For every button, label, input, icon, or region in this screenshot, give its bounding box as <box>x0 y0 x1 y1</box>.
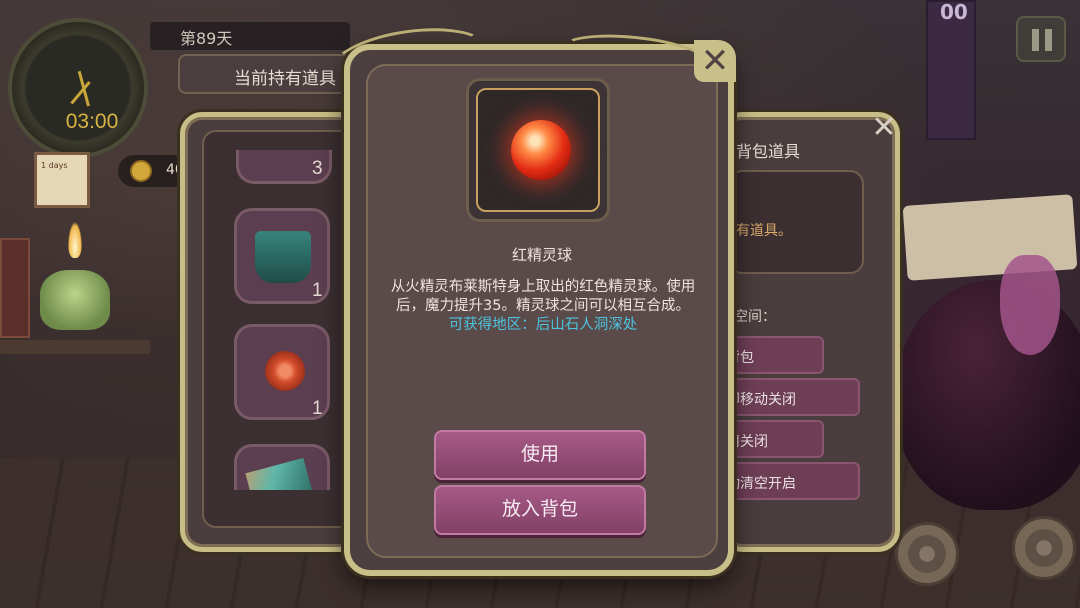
pause-button[interactable] <box>1016 16 1066 62</box>
pause-icon <box>1045 29 1052 51</box>
item-count: 1 <box>312 280 323 301</box>
coin-icon <box>130 160 152 182</box>
candle <box>40 270 110 330</box>
day-clock: 03:00 <box>8 18 148 158</box>
crystal-icon <box>245 457 313 490</box>
item-count: 3 <box>312 158 323 179</box>
item-count: 1 <box>312 398 323 419</box>
meat-icon <box>265 351 305 391</box>
wall-board <box>0 238 30 338</box>
banner-glyph: 00 <box>940 0 968 24</box>
use-button[interactable]: 使用 <box>434 430 646 480</box>
item-source-location: 可获得地区：后山石人洞深处 <box>448 317 638 333</box>
clock-time: 03:00 <box>65 110 119 133</box>
shelf <box>0 340 150 354</box>
pause-icon <box>1032 29 1039 51</box>
wheel-icon <box>895 522 959 586</box>
item-description-text: 从火精灵布莱斯特身上取出的红色精灵球。使用后，魔力提升35。精灵球之间可以相互合… <box>390 279 696 314</box>
close-icon[interactable]: ✕ <box>694 40 736 82</box>
notes-card[interactable]: 1 days <box>34 152 90 208</box>
notes-text: 1 days <box>41 161 68 170</box>
bag-button[interactable]: 背包 <box>720 336 824 374</box>
item-description: 从火精灵布莱斯特身上取出的红色精灵球。使用后，魔力提升35。精灵球之间可以相互合… <box>388 278 698 335</box>
close-icon[interactable]: ✕ <box>864 108 904 148</box>
item-slot-crystal[interactable] <box>234 444 330 490</box>
candle-flame <box>68 222 82 258</box>
item-name: 红精灵球 <box>511 246 572 264</box>
put-in-bag-button[interactable]: 放入背包 <box>434 485 646 535</box>
use-close-toggle[interactable]: 用关闭 <box>720 420 824 458</box>
cauldron-spill <box>1000 255 1060 355</box>
teal-cup-icon <box>255 231 311 283</box>
wheel-icon <box>1012 516 1076 580</box>
red-spirit-orb-icon <box>511 120 571 180</box>
bag-items-title: 背包道具 <box>736 142 801 161</box>
bag-space-label: 空间： <box>734 309 776 325</box>
bag-items-desc: 有道具。 <box>736 223 792 239</box>
day-counter: 第89天 <box>150 22 350 50</box>
auto-clear-toggle[interactable]: 动清空开启 <box>720 462 860 500</box>
auto-move-toggle[interactable]: 即移动关闭 <box>720 378 860 416</box>
